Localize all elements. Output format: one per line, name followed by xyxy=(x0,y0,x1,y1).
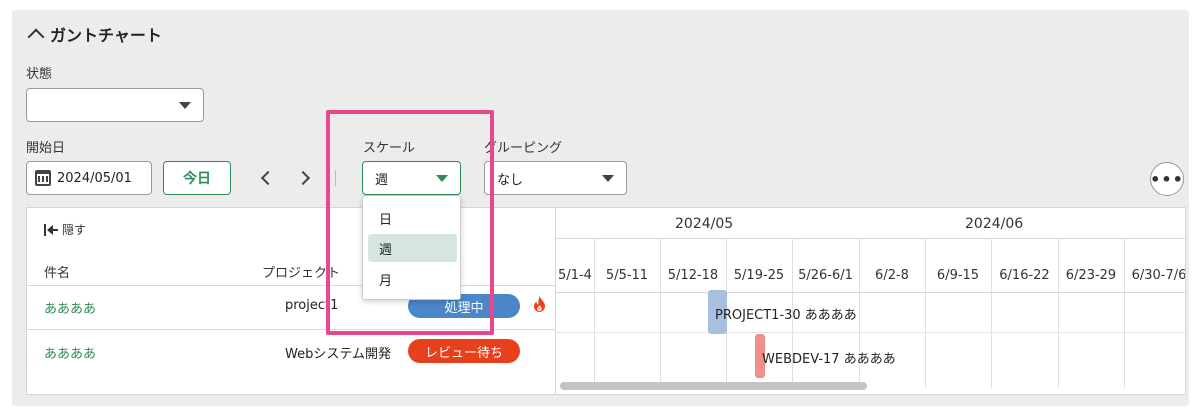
next-period-button[interactable] xyxy=(293,168,313,188)
scale-select-value: 週 xyxy=(375,172,389,188)
caret-down-icon xyxy=(436,175,448,182)
row-divider xyxy=(27,285,556,286)
week-label: 6/23-29 xyxy=(1065,268,1117,283)
caret-down-icon xyxy=(179,102,191,109)
column-header-subject[interactable]: 件名 xyxy=(44,262,70,281)
week-label: 5/19-25 xyxy=(733,268,785,283)
week-label: 6/30-7/6 xyxy=(1131,268,1185,283)
flame-icon xyxy=(534,296,545,312)
week-column-divider xyxy=(925,238,926,388)
scale-dropdown-menu: 日 週 月 xyxy=(362,195,461,300)
scale-option-day[interactable]: 日 xyxy=(368,204,457,232)
week-column-divider xyxy=(1058,238,1059,388)
grouping-select-value: なし xyxy=(497,172,524,188)
gantt-bar-label: WEBDEV-17 ああああ xyxy=(762,352,896,367)
today-button[interactable]: 今日 xyxy=(163,161,231,195)
hide-label: 隠す xyxy=(62,223,87,237)
section-title: ガントチャート xyxy=(50,26,162,45)
more-dots-icon: ••• xyxy=(1150,169,1184,189)
month-label: 2024/06 xyxy=(965,216,1024,232)
week-label: 5/12-18 xyxy=(667,268,719,283)
row-2-status-badge: レビュー待ち xyxy=(408,339,520,363)
grouping-select[interactable]: なし xyxy=(484,161,627,195)
row-divider xyxy=(556,332,1185,333)
hide-pane-button[interactable]: 隠す xyxy=(44,221,86,238)
column-header-project[interactable]: プロジェクト xyxy=(262,262,340,281)
more-options-button[interactable]: ••• xyxy=(1150,162,1184,196)
row-1-subject-link[interactable]: ああああ xyxy=(44,298,96,317)
row-2-project: Webシステム開発 xyxy=(285,347,391,362)
week-label: 6/9-15 xyxy=(936,268,980,283)
section-header[interactable]: ガントチャート xyxy=(27,22,162,46)
row-1-project: project1 xyxy=(285,298,339,313)
calendar-icon xyxy=(35,170,51,186)
week-label: 6/16-22 xyxy=(999,268,1050,283)
status-label: 状態 xyxy=(26,67,53,82)
horizontal-scrollbar[interactable] xyxy=(560,382,867,390)
week-column-divider xyxy=(991,238,992,388)
gantt-bar-label: PROJECT1-30 ああああ xyxy=(715,308,857,323)
week-label: 5/5-11 xyxy=(605,268,649,283)
week-label: 5/1-4 xyxy=(558,268,592,283)
week-column-divider xyxy=(594,238,595,388)
gantt-timeline: 2024/05 2024/06 5/1-4 5/5-11 5/12-18 5/1… xyxy=(556,208,1185,394)
scale-label: スケール xyxy=(363,141,416,156)
header-divider xyxy=(556,292,1185,293)
scale-option-week[interactable]: 週 xyxy=(368,234,457,262)
status-select[interactable] xyxy=(26,88,204,122)
start-date-input[interactable]: 2024/05/01 xyxy=(26,161,152,195)
caret-down-icon xyxy=(602,175,614,182)
chevron-up-icon[interactable] xyxy=(27,28,45,46)
prev-period-button[interactable] xyxy=(258,168,278,188)
collapse-left-icon xyxy=(44,223,58,236)
row-2-subject-link[interactable]: ああああ xyxy=(44,343,96,362)
start-date-value: 2024/05/01 xyxy=(57,170,132,186)
start-date-label: 開始日 xyxy=(26,141,66,156)
week-label: 6/2-8 xyxy=(875,268,909,283)
week-column-divider xyxy=(660,238,661,388)
gantt-table: 隠す 件名 プロジェクト ああああ project1 処理中 ああああ Webシ… xyxy=(26,207,1186,395)
row-divider xyxy=(27,329,556,330)
chevron-right-icon xyxy=(295,170,311,186)
header-divider xyxy=(556,238,1185,239)
scale-option-month[interactable]: 月 xyxy=(368,265,457,293)
month-label: 2024/05 xyxy=(675,216,734,232)
grouping-label: グルーピング xyxy=(484,141,563,156)
divider xyxy=(335,170,336,186)
week-label: 5/26-6/1 xyxy=(798,268,853,283)
task-list-pane: 隠す 件名 プロジェクト ああああ project1 処理中 ああああ Webシ… xyxy=(27,208,556,394)
scale-select[interactable]: 週 xyxy=(362,161,461,195)
week-column-divider xyxy=(1124,238,1125,388)
chevron-left-icon xyxy=(260,170,276,186)
